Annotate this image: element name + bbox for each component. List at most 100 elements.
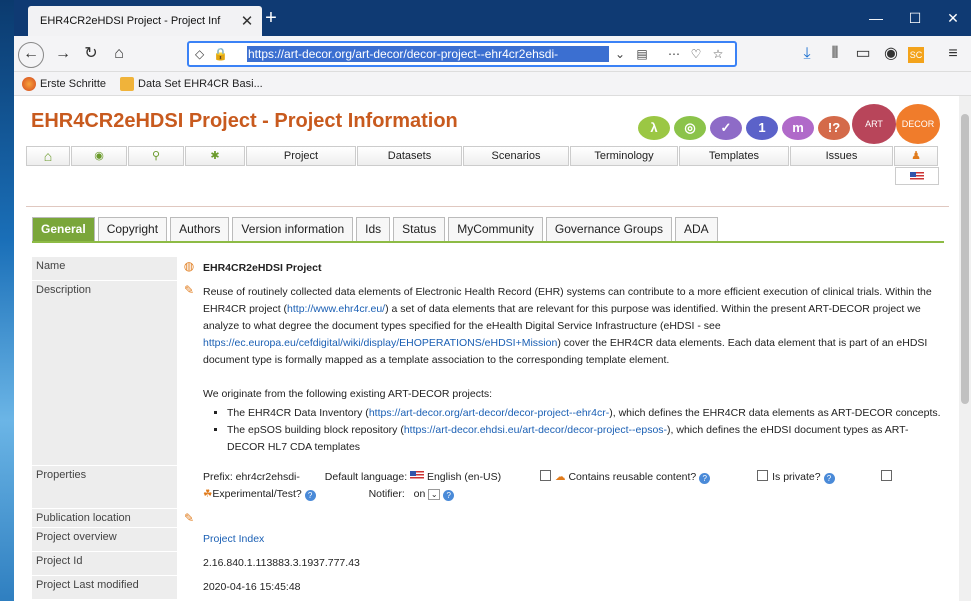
chevron-down-icon[interactable]: ⌄: [428, 489, 441, 500]
tab-mycommunity[interactable]: MyCommunity: [448, 217, 543, 241]
edit-pencil-icon[interactable]: ✎: [177, 509, 201, 527]
tab-copyright[interactable]: Copyright: [97, 217, 168, 241]
logo-bar: λ ◎ ✓ 1 m !? ART DECOR: [634, 104, 954, 148]
library-icon[interactable]: ⫴: [824, 45, 846, 63]
menu-scenarios[interactable]: Scenarios: [463, 146, 569, 166]
m-logo-icon: m: [782, 116, 814, 140]
project-index-link[interactable]: Project Index: [203, 533, 264, 545]
scrollbar-thumb[interactable]: [961, 114, 969, 404]
tab-authors[interactable]: Authors: [170, 217, 230, 241]
edit-pencil-icon[interactable]: ✎: [177, 281, 201, 465]
minimize-icon[interactable]: —: [866, 10, 886, 26]
tab-status[interactable]: Status: [393, 217, 446, 241]
reload-icon[interactable]: ↻: [80, 45, 102, 63]
reader-icon[interactable]: ▤: [631, 47, 653, 61]
new-tab-button[interactable]: +: [260, 8, 282, 30]
properties-table: Name ◍ EHR4CR2eHDSI Project Description …: [32, 257, 944, 600]
pocket-icon[interactable]: ♡: [685, 47, 707, 61]
menu-bug-icon[interactable]: ✱: [185, 146, 245, 166]
menu-search-icon[interactable]: ⚲: [128, 146, 184, 166]
row-label: Project Id: [32, 552, 177, 575]
menu-terminology[interactable]: Terminology: [570, 146, 678, 166]
row-label: Publication location: [32, 509, 177, 527]
close-window-icon[interactable]: ✕: [943, 10, 963, 27]
language-selector[interactable]: [895, 167, 939, 185]
globe-icon[interactable]: ◍: [177, 257, 201, 280]
maximize-icon[interactable]: ☐: [905, 10, 925, 27]
bookmark-star-icon[interactable]: ☆: [707, 47, 729, 61]
tab-ada[interactable]: ADA: [674, 217, 718, 241]
dropdown-icon[interactable]: ⌄: [609, 47, 631, 61]
extension-icon[interactable]: SC: [908, 47, 924, 63]
menu-icon[interactable]: ≡: [942, 45, 964, 63]
tab-bar: EHR4CR2eHDSI Project - Project Inf ✕ + —…: [14, 0, 971, 36]
link[interactable]: https://ec.europa.eu/cefdigital/wiki/dis…: [203, 337, 557, 349]
us-flag-icon: [910, 172, 924, 181]
help-icon[interactable]: ?: [699, 473, 711, 484]
menu-templates[interactable]: Templates: [679, 146, 789, 166]
table-row: Project Id 2.16.840.1.113883.3.1937.777.…: [32, 552, 944, 576]
user-icon[interactable]: ♟: [894, 146, 938, 166]
question-logo-icon: !?: [818, 116, 850, 140]
lambda-logo-icon: λ: [638, 116, 670, 140]
project-name: EHR4CR2eHDSI Project: [203, 262, 322, 274]
check-logo-icon: ✓: [710, 116, 742, 140]
list-item: The epSOS building block repository (htt…: [227, 422, 942, 456]
bookmark-favicon-icon: [120, 76, 135, 91]
lock-icon[interactable]: 🔒: [213, 47, 231, 61]
firefox-icon: [22, 76, 36, 91]
back-icon[interactable]: ←: [18, 42, 44, 68]
tab-ids[interactable]: Ids: [356, 217, 391, 241]
project-tabs: General Copyright Authors Version inform…: [32, 217, 721, 241]
menu-datasets[interactable]: Datasets: [357, 146, 462, 166]
tab-version-information[interactable]: Version information: [232, 217, 354, 241]
private-checkbox[interactable]: [757, 470, 769, 481]
url-text[interactable]: https://art-decor.org/art-decor/decor-pr…: [247, 46, 609, 62]
project-id-value: 2.16.840.1.113883.3.1937.777.43: [203, 557, 360, 569]
target-logo-icon: ◎: [674, 116, 706, 140]
page-scrollbar[interactable]: [959, 96, 971, 601]
help-icon[interactable]: ?: [443, 490, 455, 501]
project-list: The EHR4CR Data Inventory (https://art-d…: [227, 405, 942, 456]
browser-tab[interactable]: EHR4CR2eHDSI Project - Project Inf ✕: [28, 6, 262, 36]
link[interactable]: https://art-decor.ehdsi.eu/art-decor/dec…: [404, 424, 667, 436]
menu-eye-icon[interactable]: ◉: [71, 146, 127, 166]
tab-underline: [32, 241, 944, 243]
tab-general[interactable]: General: [32, 217, 95, 241]
description-text: Reuse of routinely collected data elemen…: [201, 281, 944, 465]
main-menu: ⌂ ◉ ⚲ ✱ Project Datasets Scenarios Termi…: [26, 146, 949, 166]
navigation-toolbar: ← → ↻ ⌂ ◇ 🔒 https://art-decor.org/art-de…: [14, 36, 971, 72]
divider: [26, 206, 949, 207]
menu-issues[interactable]: Issues: [790, 146, 893, 166]
forward-icon[interactable]: →: [52, 45, 74, 63]
art-logo: ART: [852, 104, 896, 144]
bookmarks-bar: Erste Schritte Data Set EHR4CR Basi...: [14, 72, 971, 96]
notifier-select[interactable]: on: [414, 488, 426, 500]
link[interactable]: https://art-decor.org/art-decor/decor-pr…: [369, 407, 609, 419]
more-icon[interactable]: ⋯: [663, 47, 685, 61]
close-tab-icon[interactable]: ✕: [240, 12, 254, 30]
sidebar-icon[interactable]: ▭: [852, 45, 874, 63]
table-row: Publication location ✎: [32, 509, 944, 528]
row-label: Project Last modified: [32, 576, 177, 599]
menu-home-icon[interactable]: ⌂: [26, 146, 70, 166]
reusable-checkbox[interactable]: [540, 470, 552, 481]
link[interactable]: http://www.ehr4cr.eu/: [287, 303, 385, 315]
bookmark-item[interactable]: Erste Schritte: [22, 76, 106, 91]
shield-icon[interactable]: ◇: [195, 47, 213, 61]
experimental-checkbox[interactable]: [881, 470, 893, 481]
home-icon[interactable]: ⌂: [108, 45, 130, 63]
properties-values: Prefix: ehr4cr2ehsdi- Default language: …: [201, 466, 944, 508]
help-icon[interactable]: ?: [304, 490, 316, 501]
tab-title: EHR4CR2eHDSI Project - Project Inf: [40, 15, 221, 27]
download-icon[interactable]: ⤓: [796, 45, 818, 63]
help-icon[interactable]: ?: [823, 473, 835, 484]
list-item: The EHR4CR Data Inventory (https://art-d…: [227, 405, 942, 422]
page-title: EHR4CR2eHDSI Project - Project Informati…: [31, 110, 458, 132]
tab-governance-groups[interactable]: Governance Groups: [545, 217, 672, 241]
address-bar[interactable]: ◇ 🔒 https://art-decor.org/art-decor/deco…: [187, 41, 737, 67]
row-label: Project overview: [32, 528, 177, 551]
bookmark-item[interactable]: Data Set EHR4CR Basi...: [120, 76, 263, 91]
account-icon[interactable]: ◉: [880, 45, 902, 63]
menu-project[interactable]: Project: [246, 146, 356, 166]
